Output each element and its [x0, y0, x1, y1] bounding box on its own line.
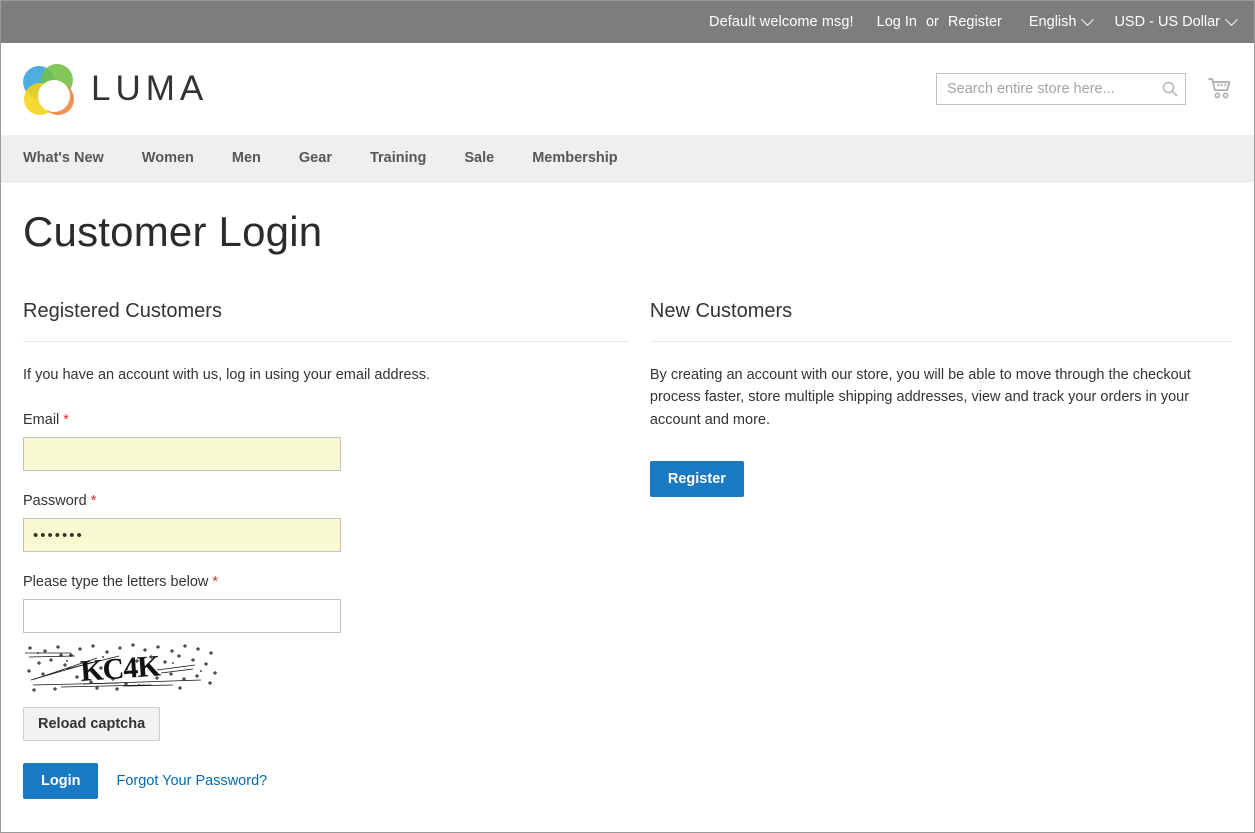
- captcha-label: Please type the letters below *: [23, 574, 628, 590]
- svg-text:KC4K: KC4K: [79, 650, 162, 689]
- nav-item-men[interactable]: Men: [232, 150, 261, 166]
- new-customers-heading: New Customers: [649, 300, 793, 322]
- register-button[interactable]: Register: [649, 461, 744, 498]
- nav-item-women[interactable]: Women: [142, 150, 194, 166]
- nav-item-sale[interactable]: Sale: [464, 150, 494, 166]
- logo-link[interactable]: LUMA: [23, 64, 209, 115]
- required-marker: *: [212, 574, 219, 591]
- password-label: Password *: [23, 493, 628, 509]
- email-input[interactable]: [23, 437, 341, 472]
- registered-customers-info: If you have an account with us, log in u…: [23, 367, 431, 383]
- page-title: Customer Login: [23, 208, 323, 255]
- currency-switcher-label: USD - US Dollar: [1114, 14, 1220, 30]
- search-input[interactable]: [936, 73, 1186, 105]
- luma-flower-logo-icon: [23, 64, 74, 115]
- register-link[interactable]: Register: [948, 14, 1002, 30]
- divider: [23, 341, 628, 342]
- registered-customers-heading: Registered Customers: [23, 300, 222, 322]
- page-root: Default welcome msg! Log In or Register …: [0, 0, 1255, 833]
- site-header: LUMA: [1, 43, 1254, 135]
- header-right-group: [936, 73, 1236, 105]
- captcha-field-group: Please type the letters below * KC4K Rel…: [23, 574, 628, 742]
- new-customers-block: New Customers By creating an account wit…: [649, 300, 1232, 498]
- registered-customers-block: Registered Customers If you have an acco…: [23, 300, 628, 832]
- logo-text: LUMA: [91, 69, 209, 108]
- language-switcher[interactable]: English: [1028, 12, 1095, 30]
- search-box: [936, 73, 1186, 105]
- currency-switcher[interactable]: USD - US Dollar: [1114, 12, 1238, 30]
- password-input[interactable]: [23, 518, 341, 553]
- main-navigation: What's New Women Men Gear Training Sale …: [1, 135, 1254, 182]
- nav-item-training[interactable]: Training: [370, 150, 426, 166]
- top-panel: Default welcome msg! Log In or Register …: [1, 1, 1254, 43]
- forgot-password-link[interactable]: Forgot Your Password?: [116, 773, 267, 789]
- nav-item-whats-new[interactable]: What's New: [23, 150, 104, 166]
- nav-item-gear[interactable]: Gear: [299, 150, 332, 166]
- search-icon[interactable]: [1162, 81, 1178, 97]
- welcome-message: Default welcome msg!: [709, 14, 854, 30]
- captcha-input[interactable]: [23, 599, 341, 634]
- reload-captcha-button[interactable]: Reload captcha: [23, 707, 161, 742]
- chevron-down-icon: [1225, 12, 1238, 26]
- email-field-group: Email *: [23, 412, 628, 472]
- new-customers-info: By creating an account with our store, y…: [649, 367, 1191, 428]
- log-in-link[interactable]: Log In: [877, 14, 917, 30]
- chevron-down-icon: [1081, 12, 1095, 26]
- required-marker: *: [63, 412, 69, 429]
- language-switcher-label: English: [1028, 14, 1077, 30]
- login-button[interactable]: Login: [23, 763, 99, 800]
- email-label-text: Email: [23, 412, 60, 429]
- or-separator: or: [925, 14, 939, 30]
- email-label: Email *: [23, 412, 628, 428]
- nav-item-membership[interactable]: Membership: [532, 150, 617, 166]
- password-field-group: Password *: [23, 493, 628, 553]
- login-actions: Login Forgot Your Password?: [23, 763, 628, 800]
- main-content: Customer Login Registered Customers If y…: [1, 182, 1254, 832]
- shopping-cart-icon[interactable]: [1206, 74, 1236, 104]
- password-label-text: Password: [23, 493, 87, 510]
- required-marker: *: [90, 493, 97, 510]
- login-columns: Registered Customers If you have an acco…: [23, 300, 1232, 832]
- divider: [649, 341, 1232, 342]
- captcha-label-text: Please type the letters below: [23, 574, 209, 591]
- captcha-image: KC4K: [23, 643, 218, 694]
